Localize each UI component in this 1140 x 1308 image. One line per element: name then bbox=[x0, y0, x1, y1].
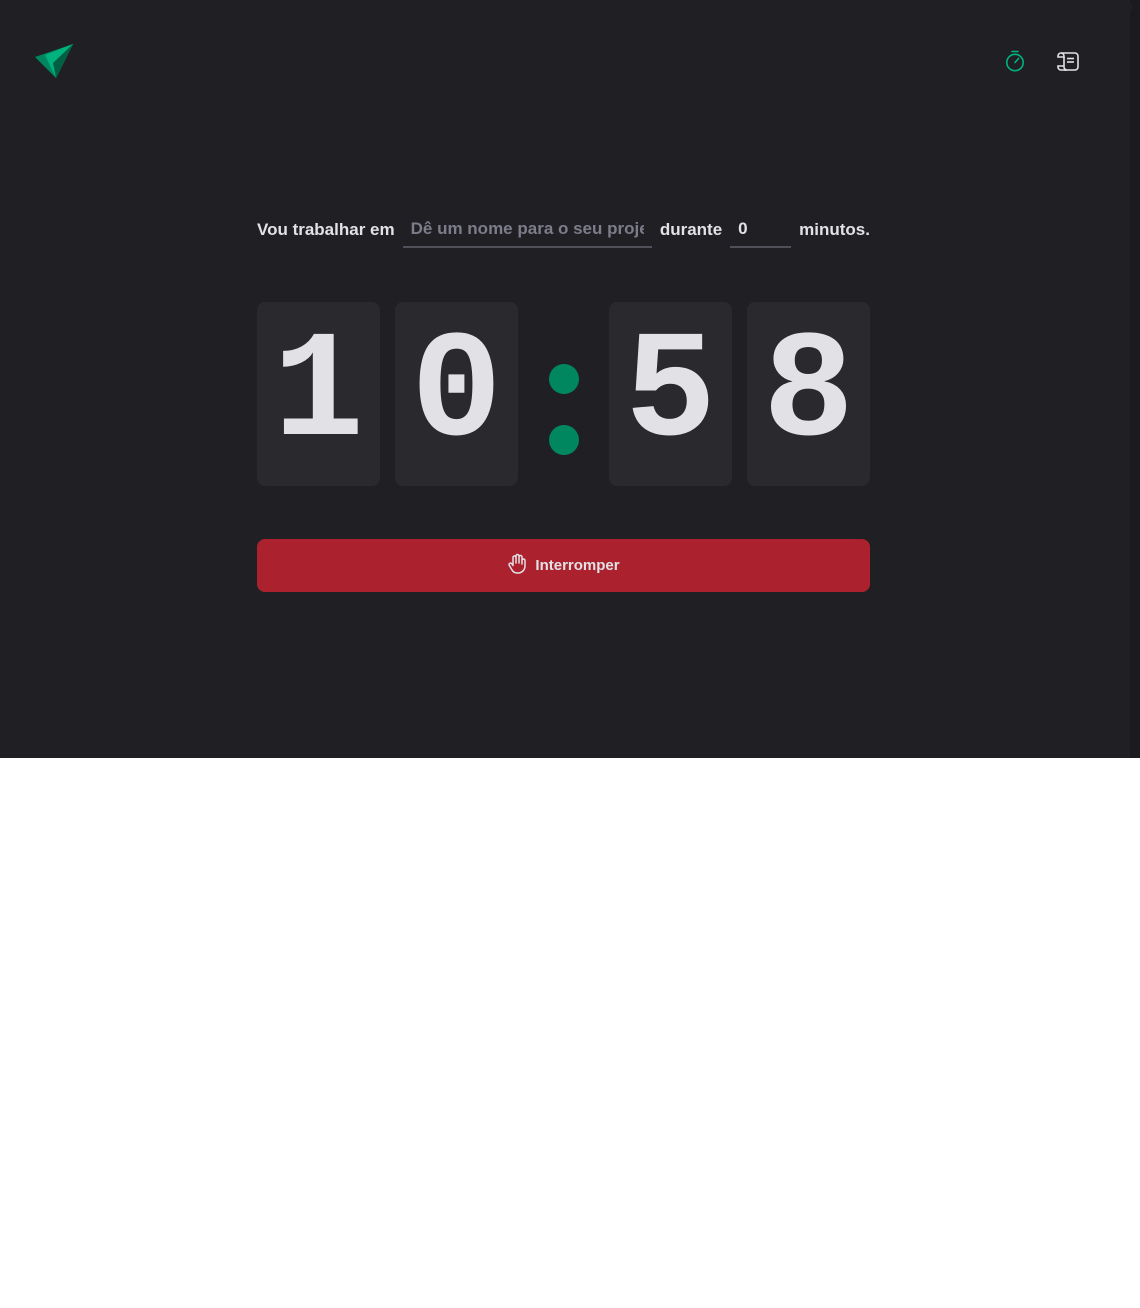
minutes-label: minutos. bbox=[799, 220, 870, 239]
paper-plane-logo-icon bbox=[34, 41, 74, 79]
app-window: Vou trabalhar em durante minutos. 1 0 5 … bbox=[0, 0, 1140, 758]
countdown-minutes-ones: 0 bbox=[395, 302, 518, 486]
task-label: Vou trabalhar em bbox=[257, 220, 395, 239]
panel-edge bbox=[1130, 0, 1140, 758]
header bbox=[0, 0, 1130, 120]
timer-icon[interactable] bbox=[1002, 48, 1028, 74]
separator-dot-bottom bbox=[549, 425, 579, 455]
separator-dot-top bbox=[549, 364, 579, 394]
countdown-minutes-tens: 1 bbox=[257, 302, 380, 486]
task-form: Vou trabalhar em durante minutos. bbox=[257, 210, 870, 250]
countdown-seconds-ones: 8 bbox=[747, 302, 870, 486]
stop-button-label: Interromper bbox=[535, 557, 620, 574]
hand-palm-icon bbox=[507, 553, 527, 579]
minutes-input[interactable] bbox=[730, 212, 792, 248]
task-input[interactable] bbox=[402, 212, 652, 248]
scroll-history-icon[interactable] bbox=[1055, 48, 1081, 74]
stop-button[interactable]: Interromper bbox=[257, 539, 870, 592]
duration-label: durante bbox=[659, 220, 723, 239]
countdown-seconds-tens: 5 bbox=[609, 302, 732, 486]
